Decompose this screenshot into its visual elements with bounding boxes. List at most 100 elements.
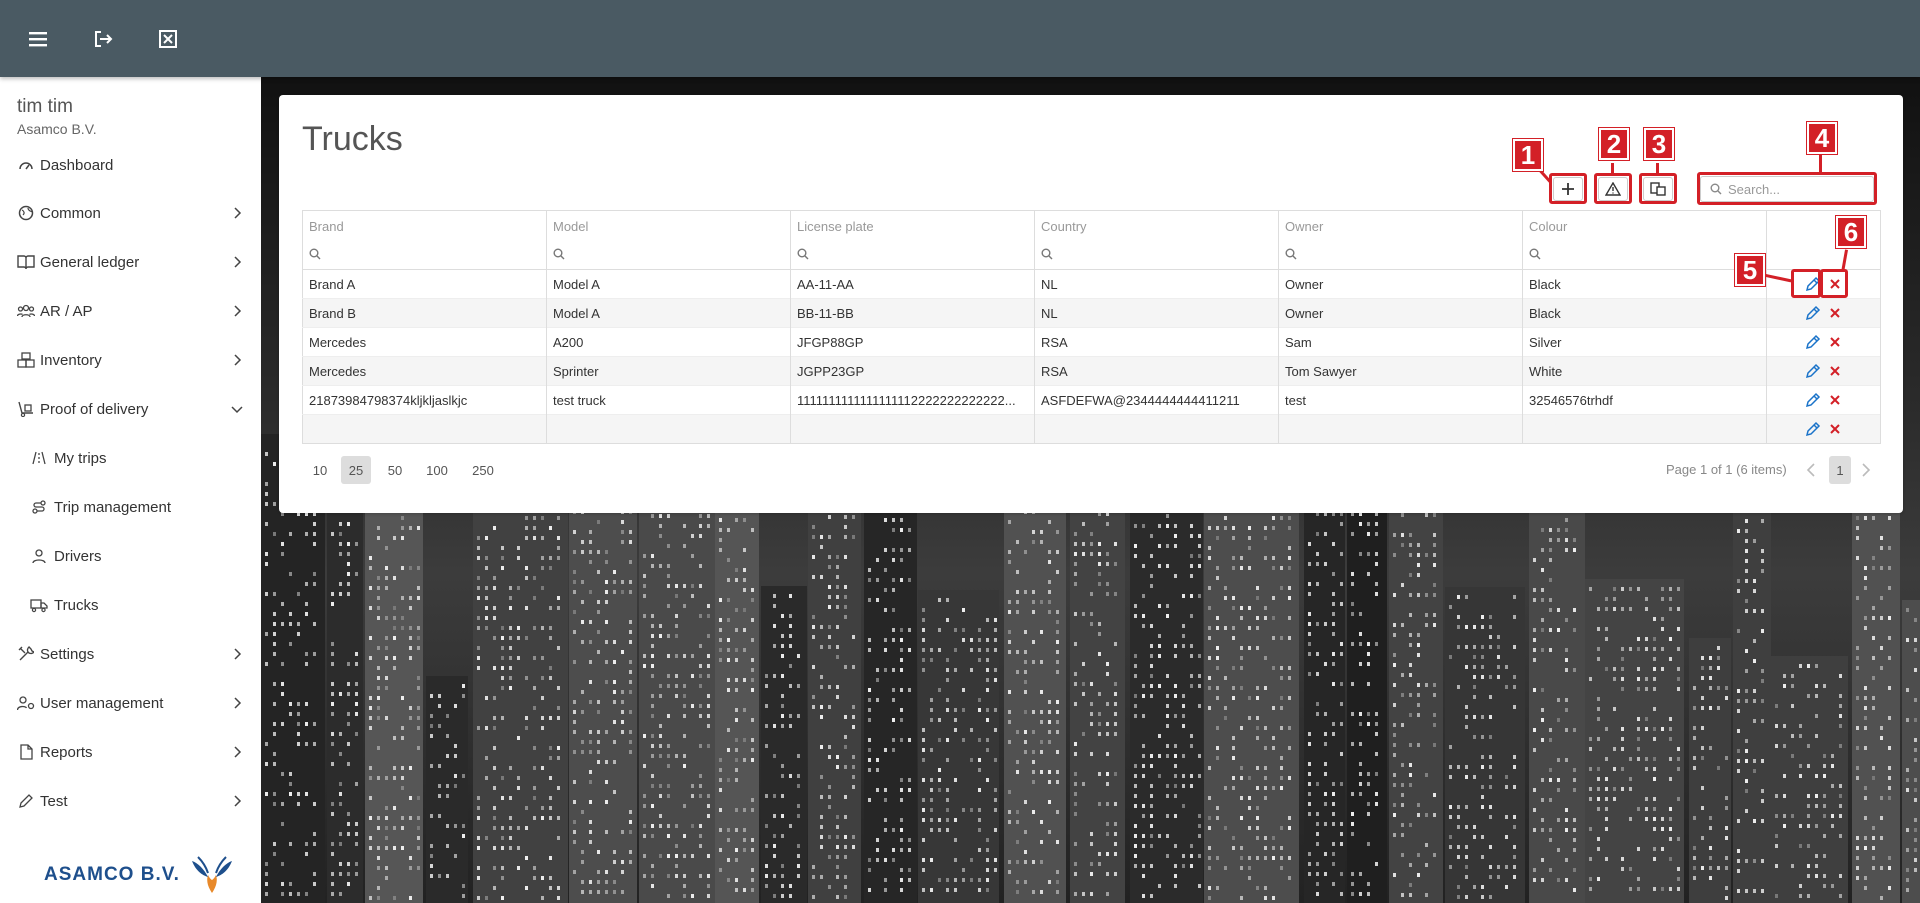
column-chooser-button[interactable] [1643,177,1673,201]
edit-button[interactable] [1805,305,1821,321]
page-size-option[interactable]: 10 [305,456,335,484]
row-actions [1766,385,1881,415]
table-cell-model: Model A [546,298,791,328]
edit-button[interactable] [1805,363,1821,379]
sidebar-item-trucks[interactable]: Trucks [0,585,261,625]
delete-button[interactable] [1827,363,1843,379]
sidebar-item-test[interactable]: Test [0,781,261,821]
sidebar-item-label: Trip management [54,498,171,516]
next-page-button[interactable] [1855,456,1877,484]
page-size-option[interactable]: 25 [341,456,371,484]
table-cell-license-plate: 1111111111111111112222222222222... [790,385,1035,415]
sidebar-item-my-trips[interactable]: My trips [0,438,261,478]
pencil-icon [1805,364,1820,379]
search-input[interactable] [1728,181,1868,197]
road-icon [30,449,48,467]
table-cell-colour: 32546576trhdf [1522,385,1767,415]
sidebar-item-ar-ap[interactable]: AR / AP [0,291,261,331]
sidebar-item-general-ledger[interactable]: General ledger [0,242,261,282]
table-cell-country: ASFDEFWA@2344444444411211 [1034,385,1279,415]
table-cell-colour [1522,414,1767,444]
table-row[interactable]: 21873984798374kljkljaslkjc test truck 1111… [302,385,1881,415]
close-window-icon[interactable] [153,24,183,54]
column-filter-cell[interactable] [302,241,547,270]
search-icon [1529,248,1541,260]
table-row[interactable]: Brand B Model A BB-11-BB NL Owner Black [302,298,1881,328]
delete-button[interactable] [1827,276,1843,292]
user-company: Asamco B.V. [17,121,97,137]
column-header-colour[interactable]: Colour [1522,210,1767,242]
chevron-right-icon [234,697,242,709]
column-filter-cell[interactable] [790,241,1035,270]
callout-label-1: 1 [1513,139,1543,171]
page-size-option[interactable]: 50 [380,456,410,484]
page-number-current[interactable]: 1 [1829,456,1851,484]
table-cell-brand: Mercedes [302,327,547,357]
table-cell-model: Sprinter [546,356,791,386]
column-filter-cell[interactable] [546,241,791,270]
chevron-right-icon [234,305,242,317]
column-header-owner[interactable]: Owner [1278,210,1523,242]
table-cell-license-plate: BB-11-BB [790,298,1035,328]
table-cell-owner [1278,414,1523,444]
sidebar-item-common[interactable]: Common [0,193,261,233]
sidebar-item-proof-of-delivery[interactable]: Proof of delivery [0,389,261,429]
table-row[interactable]: Brand A Model A AA-11-AA NL Owner Black [302,269,1881,299]
delete-button[interactable] [1827,392,1843,408]
trucks-table: Brand Model License plate Country Owner … [302,210,1881,444]
column-header-model[interactable]: Model [546,210,791,242]
delete-button[interactable] [1827,305,1843,321]
table-cell-owner: Owner [1278,298,1523,328]
column-header-license-plate[interactable]: License plate [790,210,1035,242]
pencil-icon [17,792,35,810]
edit-button[interactable] [1805,392,1821,408]
search-box[interactable] [1700,176,1874,202]
users-icon [17,302,35,320]
close-icon [1829,395,1840,405]
column-header-brand[interactable]: Brand [302,210,547,242]
validation-button[interactable] [1598,177,1628,201]
edit-button[interactable] [1805,421,1821,437]
delete-button[interactable] [1827,334,1843,350]
table-row[interactable]: Mercedes Sprinter JGPP23GP RSA Tom Sawyer Whi… [302,356,1881,386]
column-header-country[interactable]: Country [1034,210,1279,242]
menu-icon[interactable] [23,24,53,54]
logout-icon[interactable] [88,24,118,54]
edit-button[interactable] [1805,334,1821,350]
search-icon [553,248,565,260]
chevron-right-icon [234,746,242,758]
sidebar-item-label: AR / AP [40,302,93,320]
sidebar-item-user-management[interactable]: User management [0,683,261,723]
close-icon [1829,337,1840,347]
boxes-icon [17,351,35,369]
pencil-icon [1805,306,1820,321]
filter-row [302,241,1881,270]
edit-button[interactable] [1805,276,1821,292]
chevron-right-icon [234,207,242,219]
callout-pointer [1656,163,1659,175]
column-filter-cell[interactable] [1034,241,1279,270]
chevron-right-icon [234,256,242,268]
column-filter-cell[interactable] [1278,241,1523,270]
sidebar-item-inventory[interactable]: Inventory [0,340,261,380]
sidebar-item-dashboard[interactable]: Dashboard [0,145,261,185]
table-cell-colour: Silver [1522,327,1767,357]
page-size-option[interactable]: 250 [468,456,498,484]
add-button[interactable] [1553,177,1583,201]
table-cell-brand: Brand A [302,269,547,299]
table-row[interactable]: Mercedes A200 JFGP88GP RSA Sam Silver [302,327,1881,357]
table-cell-brand [302,414,547,444]
page-size-option[interactable]: 100 [422,456,452,484]
search-icon [797,248,809,260]
sidebar-item-label: Inventory [40,351,102,369]
table-row[interactable] [302,414,1881,444]
sidebar-item-trip-management[interactable]: Trip management [0,487,261,527]
chevron-right-icon [234,795,242,807]
sidebar-item-reports[interactable]: Reports [0,732,261,772]
sidebar-item-settings[interactable]: Settings [0,634,261,674]
delete-button[interactable] [1827,421,1843,437]
sidebar-item-drivers[interactable]: Drivers [0,536,261,576]
column-filter-cell[interactable] [1522,241,1767,270]
close-icon [1829,279,1840,289]
prev-page-button[interactable] [1800,456,1822,484]
